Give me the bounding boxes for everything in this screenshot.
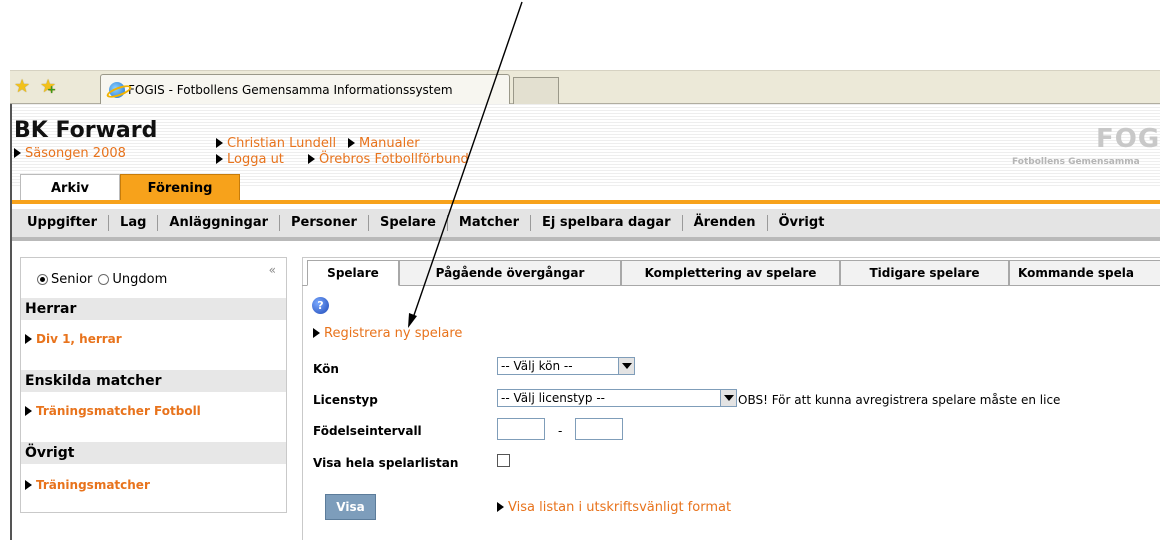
nav-anlaggningar[interactable]: Anläggningar bbox=[158, 215, 281, 231]
logout-link[interactable]: Logga ut bbox=[216, 152, 284, 167]
gender-label: Kön bbox=[313, 362, 339, 376]
tab-tidigare-spelare[interactable]: Tidigare spelare bbox=[840, 260, 1009, 286]
sidebar: « Senior Ungdom Herrar Div 1, herrar Ens… bbox=[20, 257, 287, 513]
browser-tab-bar: ★ ★ + FOGIS - Fotbollens Gemensamma Infor… bbox=[10, 70, 1160, 105]
bullet-triangle-icon bbox=[25, 480, 32, 490]
main-nav-bar: Uppgifter Lag Anläggningar Personer Spel… bbox=[12, 209, 1160, 241]
bullet-triangle-icon bbox=[216, 138, 223, 148]
dropdown-arrow-icon bbox=[618, 358, 634, 374]
bullet-triangle-icon bbox=[348, 138, 355, 148]
show-all-checkbox[interactable] bbox=[497, 454, 510, 467]
tab-komplettering-av-spelare[interactable]: Komplettering av spelare bbox=[621, 260, 840, 286]
level-radio-group: Senior Ungdom bbox=[37, 272, 167, 287]
nav-matcher[interactable]: Matcher bbox=[448, 215, 532, 231]
radio-ungdom-label: Ungdom bbox=[112, 272, 168, 287]
license-note: OBS! För att kunna avregistrera spelare … bbox=[738, 393, 1061, 407]
gender-select[interactable]: -- Välj kön -- bbox=[497, 357, 635, 375]
bullet-triangle-icon bbox=[14, 148, 21, 158]
show-all-label: Visa hela spelarlistan bbox=[313, 456, 459, 470]
radio-senior-label: Senior bbox=[51, 272, 93, 287]
register-player-link[interactable]: Registrera ny spelare bbox=[313, 326, 462, 341]
season-link[interactable]: Säsongen 2008 bbox=[14, 146, 126, 161]
tab-spelare[interactable]: Spelare bbox=[307, 260, 399, 286]
tab-forening[interactable]: Förening bbox=[120, 174, 240, 201]
user-link[interactable]: Christian Lundell bbox=[216, 136, 336, 151]
nav-uppgifter[interactable]: Uppgifter bbox=[16, 215, 110, 231]
bullet-triangle-icon bbox=[308, 154, 315, 164]
add-favorite-icon[interactable]: ★ + bbox=[40, 78, 56, 97]
district-link[interactable]: Örebros Fotbollförbund bbox=[308, 152, 469, 167]
sidebar-link-traningsmatcher-fotboll[interactable]: Träningsmatcher Fotboll bbox=[25, 404, 201, 418]
section-herrar: Herrar bbox=[21, 298, 286, 320]
birth-range-separator: - bbox=[558, 424, 563, 438]
help-icon[interactable]: ? bbox=[312, 297, 329, 314]
bullet-triangle-icon bbox=[25, 406, 32, 416]
section-enskilda-matcher: Enskilda matcher bbox=[21, 370, 286, 392]
tab-pagaende-overgangar[interactable]: Pågående övergångar bbox=[399, 260, 621, 286]
nav-lag[interactable]: Lag bbox=[109, 215, 159, 231]
nav-spelare[interactable]: Spelare bbox=[369, 215, 448, 231]
radio-senior[interactable] bbox=[37, 274, 48, 285]
license-select[interactable]: -- Välj licenstyp -- bbox=[497, 389, 737, 407]
ie-logo-icon bbox=[109, 82, 125, 98]
nav-ovrigt[interactable]: Övrigt bbox=[768, 215, 836, 231]
fogis-logo: FOG bbox=[1096, 124, 1160, 154]
gender-select-value: -- Välj kön -- bbox=[501, 359, 573, 373]
radio-ungdom[interactable] bbox=[98, 274, 110, 285]
favorites-star-icon[interactable]: ★ bbox=[14, 78, 30, 96]
license-label: Licenstyp bbox=[313, 393, 378, 407]
section-ovrigt: Övrigt bbox=[21, 442, 286, 464]
browser-tab-title: FOGIS - Fotbollens Gemensamma Informatio… bbox=[128, 83, 453, 97]
bullet-triangle-icon bbox=[216, 154, 223, 164]
nav-ej-spelbara-dagar[interactable]: Ej spelbara dagar bbox=[531, 215, 683, 231]
birth-interval-label: Födelseintervall bbox=[313, 424, 422, 438]
birth-to-input[interactable] bbox=[575, 418, 623, 440]
bullet-triangle-icon bbox=[497, 502, 504, 512]
bullet-triangle-icon bbox=[313, 328, 320, 338]
print-format-link[interactable]: Visa listan i utskriftsvänligt format bbox=[497, 500, 731, 515]
manuals-link[interactable]: Manualer bbox=[348, 136, 420, 151]
license-select-value: -- Välj licenstyp -- bbox=[501, 391, 605, 405]
birth-from-input[interactable] bbox=[497, 418, 545, 440]
collapse-sidebar-button[interactable]: « bbox=[269, 263, 276, 277]
bullet-triangle-icon bbox=[25, 334, 32, 344]
browser-tab[interactable]: FOGIS - Fotbollens Gemensamma Informatio… bbox=[100, 74, 510, 105]
nav-personer[interactable]: Personer bbox=[280, 215, 369, 231]
new-tab-button[interactable] bbox=[513, 77, 559, 105]
header-accent-rule bbox=[12, 200, 1160, 204]
sidebar-link-traningsmatcher[interactable]: Träningsmatcher bbox=[25, 478, 150, 492]
tab-kommande-spelare[interactable]: Kommande spela bbox=[1009, 260, 1160, 286]
dropdown-arrow-icon bbox=[720, 390, 736, 406]
tab-arkiv[interactable]: Arkiv bbox=[20, 174, 120, 201]
fogis-logo-subtitle: Fotbollens Gemensamma bbox=[1012, 157, 1140, 167]
club-name: BK Forward bbox=[14, 118, 158, 143]
nav-arenden[interactable]: Ärenden bbox=[683, 215, 768, 231]
sidebar-link-div1-herrar[interactable]: Div 1, herrar bbox=[25, 332, 122, 346]
show-button[interactable]: Visa bbox=[325, 494, 376, 520]
